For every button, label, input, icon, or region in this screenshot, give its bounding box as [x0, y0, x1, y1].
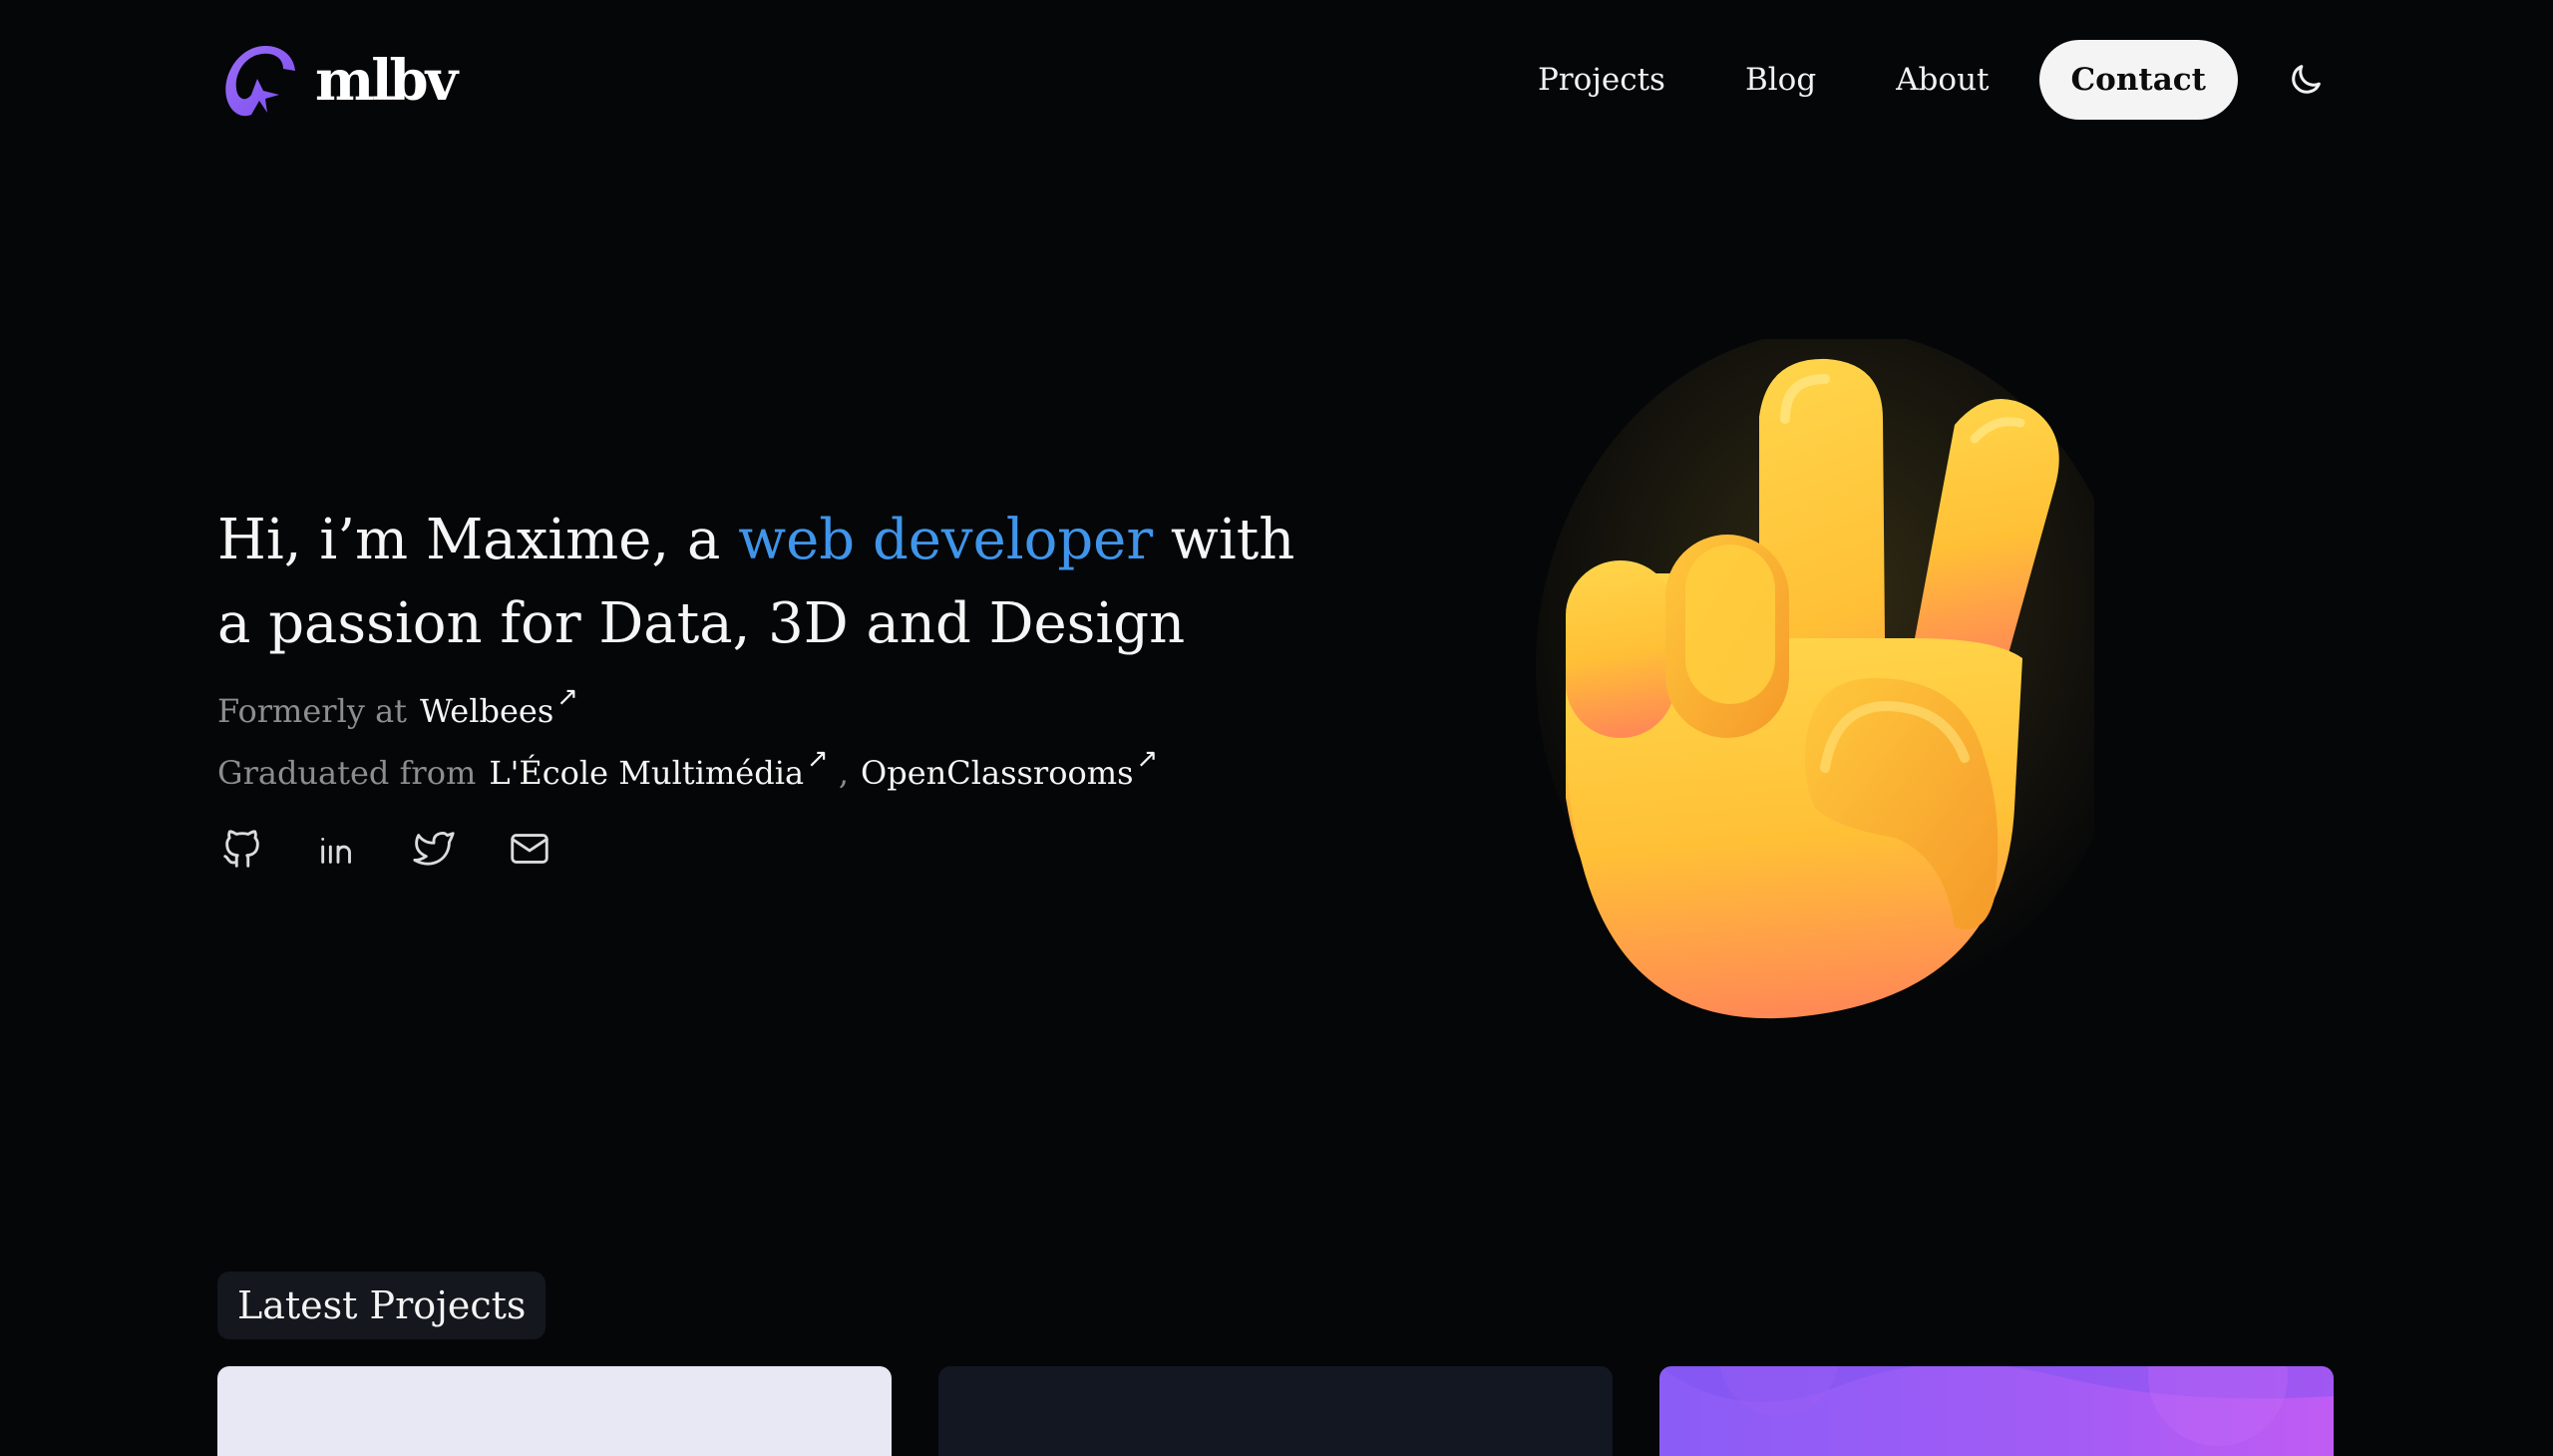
- graduated-label: Graduated from: [217, 754, 477, 792]
- mail-icon: [511, 834, 548, 864]
- hero-headline: Hi, i’m Maxime, a web developer with a p…: [217, 499, 1314, 666]
- moon-icon: [2292, 65, 2321, 94]
- welbees-link[interactable]: Welbees ↗: [420, 682, 578, 730]
- formerly-row: Formerly at Welbees ↗: [217, 682, 578, 730]
- project-card-2[interactable]: [938, 1366, 1613, 1456]
- main-nav: Projects Blog About Contact: [1538, 38, 2336, 122]
- latest-projects-heading: Latest Projects: [217, 1272, 547, 1339]
- nav-projects[interactable]: Projects: [1538, 62, 1665, 98]
- twitter-icon: [413, 832, 455, 866]
- nav-about[interactable]: About: [1896, 62, 1989, 98]
- external-arrow-icon: ↗: [1136, 744, 1159, 774]
- hero-headline-accent: web developer: [738, 508, 1154, 572]
- nav-blog[interactable]: Blog: [1745, 62, 1816, 98]
- welbees-link-label: Welbees: [420, 692, 554, 730]
- school-separator: ,: [838, 754, 849, 792]
- logo-link[interactable]: mlbv: [217, 36, 458, 126]
- project-card-3-pattern: [1659, 1366, 2334, 1446]
- formerly-label: Formerly at: [217, 692, 408, 730]
- github-icon: [223, 830, 259, 868]
- github-link[interactable]: [217, 824, 267, 874]
- mail-link[interactable]: [505, 824, 554, 874]
- swirl-star-logo-icon: [225, 45, 295, 117]
- linkedin-icon: [321, 837, 351, 864]
- openclassrooms-link[interactable]: OpenClassrooms ↗: [861, 744, 1158, 792]
- victory-hand-emoji: [1536, 339, 2094, 1019]
- external-arrow-icon: ↗: [556, 682, 579, 712]
- linkedin-link[interactable]: [313, 824, 363, 874]
- site-header: mlbv Projects Blog About Contact: [0, 0, 2553, 160]
- openclassrooms-link-label: OpenClassrooms: [861, 754, 1134, 792]
- project-card-1[interactable]: [217, 1366, 892, 1456]
- graduated-row: Graduated from L'École Multimédia ↗ , Ope…: [217, 744, 1158, 792]
- theme-toggle-button[interactable]: [2276, 50, 2336, 110]
- project-card-3[interactable]: [1659, 1366, 2334, 1456]
- ecole-multimedia-link-label: L'École Multimédia: [489, 754, 805, 792]
- contact-button[interactable]: Contact: [2038, 40, 2238, 120]
- logo-text: mlbv: [315, 48, 458, 114]
- external-arrow-icon: ↗: [807, 744, 829, 774]
- twitter-link[interactable]: [409, 824, 459, 874]
- hero-headline-start: Hi, i’m Maxime, a: [217, 508, 739, 572]
- social-links: [217, 824, 600, 874]
- ecole-multimedia-link[interactable]: L'École Multimédia ↗: [489, 744, 829, 792]
